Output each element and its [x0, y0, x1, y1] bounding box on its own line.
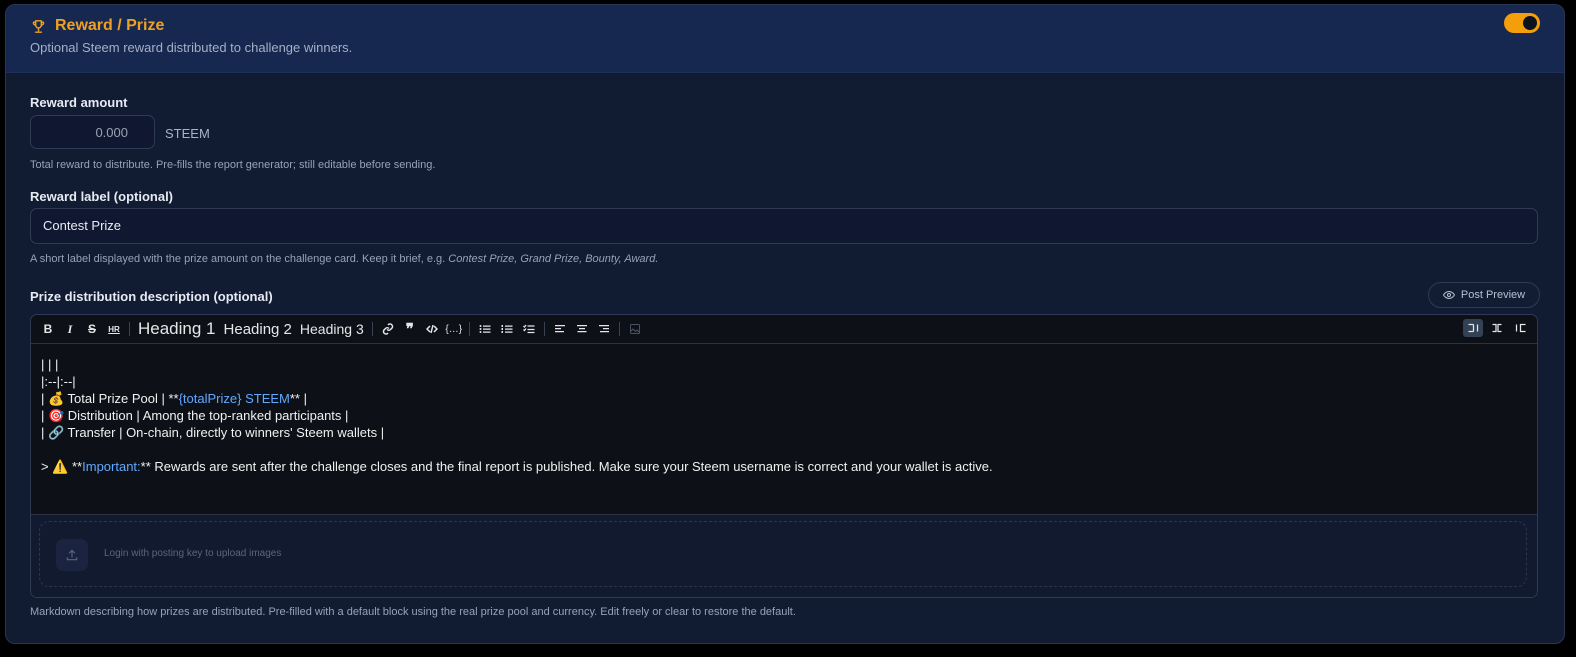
- markdown-editor: B I S HR Heading 1 Heading 2 Heading 3 ❞…: [30, 314, 1538, 598]
- editor-toolbar: B I S HR Heading 1 Heading 2 Heading 3 ❞…: [31, 315, 1537, 344]
- reward-amount-input[interactable]: 0.000: [30, 115, 155, 149]
- align-right-icon[interactable]: [593, 319, 615, 339]
- reward-label-input[interactable]: Contest Prize: [30, 208, 1538, 244]
- reward-prize-card: Reward / Prize Optional Steem reward dis…: [5, 4, 1565, 644]
- heading-1-button[interactable]: Heading 1: [134, 319, 220, 339]
- numbered-list-icon[interactable]: [496, 319, 518, 339]
- code-icon[interactable]: [421, 319, 443, 339]
- editor-line: | 🔗 Transfer | On-chain, directly to win…: [41, 425, 385, 440]
- editor-line: |:--|:--|: [41, 374, 76, 389]
- reward-amount-label: Reward amount: [30, 95, 128, 110]
- line-text: > ⚠️ **: [41, 459, 83, 474]
- reward-unit: STEEM: [165, 126, 210, 141]
- toolbar-divider: [468, 322, 470, 336]
- upload-icon: [56, 539, 88, 571]
- editor-line: | 💰 Total Prize Pool | **{totalPrize} ST…: [41, 390, 1527, 407]
- edit-mode-icon[interactable]: [1463, 319, 1483, 337]
- reward-enabled-toggle[interactable]: [1504, 13, 1540, 33]
- trophy-icon: [32, 19, 45, 33]
- editor-view-modes: [1463, 319, 1531, 337]
- upload-text: Login with posting key to upload images: [104, 548, 282, 559]
- post-preview-label: Post Preview: [1460, 289, 1526, 301]
- toolbar-divider: [543, 322, 545, 336]
- toolbar-divider: [618, 322, 620, 336]
- editor-text-area[interactable]: | | | |:--|:--| | 💰 Total Prize Pool | *…: [31, 344, 1537, 514]
- distribution-label: Prize distribution description (optional…: [30, 289, 273, 304]
- toolbar-divider: [129, 322, 130, 336]
- align-center-icon[interactable]: [571, 319, 593, 339]
- reward-label-help-examples: Contest Prize, Grand Prize, Bounty, Awar…: [448, 253, 659, 265]
- reward-label-help-text: A short label displayed with the prize a…: [30, 253, 449, 265]
- quote-icon[interactable]: ❞: [399, 319, 421, 339]
- italic-icon[interactable]: I: [59, 319, 81, 339]
- line-text: ** Rewards are sent after the challenge …: [140, 459, 993, 474]
- distribution-help: Markdown describing how prizes are distr…: [30, 606, 796, 618]
- editor-line-blank: [41, 441, 1527, 458]
- horizontal-rule-icon[interactable]: HR: [103, 319, 125, 339]
- link-icon[interactable]: [377, 319, 399, 339]
- image-upload-dropzone[interactable]: Login with posting key to upload images: [39, 521, 1527, 587]
- strikethrough-icon[interactable]: S: [81, 319, 103, 339]
- code-block-icon[interactable]: {…}: [443, 319, 465, 339]
- align-left-icon[interactable]: [549, 319, 571, 339]
- toggle-knob: [1523, 16, 1537, 30]
- reward-label-label: Reward label (optional): [30, 189, 174, 204]
- heading-2-button[interactable]: Heading 2: [220, 319, 296, 339]
- editor-line: > ⚠️ **Important:** Rewards are sent aft…: [41, 458, 1527, 475]
- image-icon[interactable]: [624, 319, 646, 339]
- line-text: ** |: [289, 391, 307, 406]
- line-text: | 💰 Total Prize Pool | **: [41, 391, 179, 406]
- card-title: Reward / Prize: [55, 17, 165, 34]
- checklist-icon[interactable]: [518, 319, 540, 339]
- card-subtitle: Optional Steem reward distributed to cha…: [30, 40, 353, 55]
- heading-3-button[interactable]: Heading 3: [296, 319, 368, 339]
- reward-amount-help: Total reward to distribute. Pre-fills th…: [30, 159, 436, 171]
- variable-highlight: {totalPrize} STEEM: [178, 391, 290, 406]
- preview-mode-icon[interactable]: [1511, 319, 1531, 337]
- post-preview-button[interactable]: Post Preview: [1428, 282, 1540, 308]
- editor-line: | 🎯 Distribution | Among the top-ranked …: [41, 408, 349, 423]
- live-mode-icon[interactable]: [1487, 319, 1507, 337]
- toolbar-divider: [371, 322, 373, 336]
- bold-icon[interactable]: B: [37, 319, 59, 339]
- eye-icon: [1442, 290, 1455, 300]
- editor-line: | | |: [41, 357, 59, 372]
- card-title-row: Reward / Prize: [30, 17, 164, 35]
- card-header: Reward / Prize Optional Steem reward dis…: [6, 5, 1564, 73]
- bullet-list-icon[interactable]: [474, 319, 496, 339]
- reward-label-help: A short label displayed with the prize a…: [30, 253, 658, 265]
- important-highlight: Important:: [82, 459, 141, 474]
